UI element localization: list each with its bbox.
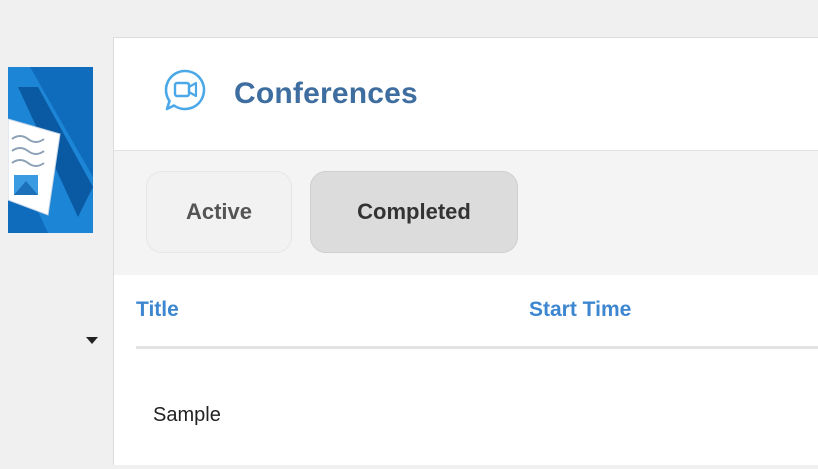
tab-completed[interactable]: Completed (310, 171, 518, 253)
column-header-title[interactable]: Title (136, 298, 179, 322)
table-header: Title Start Time (136, 276, 818, 349)
caret-down-icon[interactable] (86, 336, 98, 346)
sidebar (0, 0, 112, 464)
video-chat-icon (163, 68, 207, 112)
table-row[interactable]: Sample (136, 349, 818, 469)
app-logo (8, 67, 93, 233)
logo-graphic (8, 67, 93, 233)
conferences-panel: Conferences Active Completed Title Start… (113, 37, 818, 465)
panel-header: Conferences (114, 38, 818, 151)
cell-title: Sample (153, 404, 221, 426)
conferences-table: Title Start Time Sample (136, 276, 818, 469)
tab-active[interactable]: Active (146, 171, 292, 253)
page-title: Conferences (234, 77, 418, 110)
tab-bar: Active Completed (114, 151, 818, 275)
column-header-start-time[interactable]: Start Time (529, 298, 631, 322)
